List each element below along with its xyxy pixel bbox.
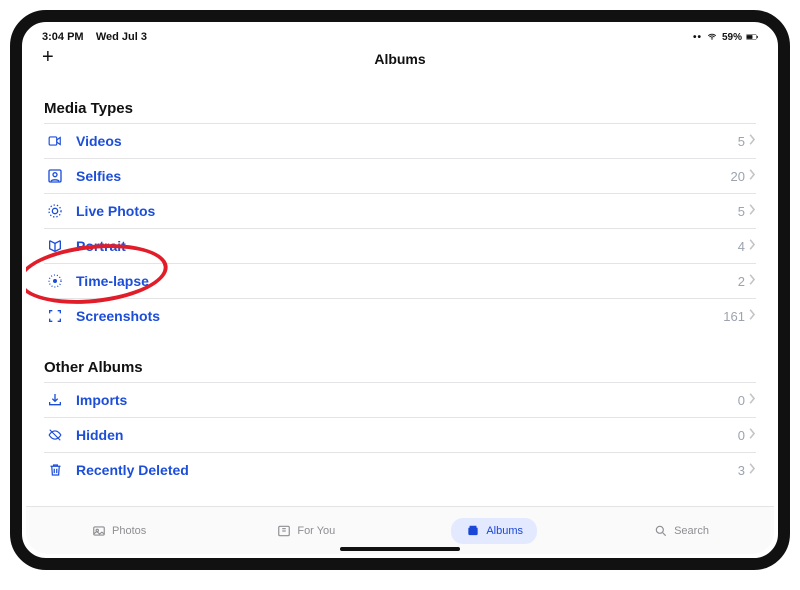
- row-imports[interactable]: Imports 0: [44, 382, 756, 417]
- row-selfies[interactable]: Selfies 20: [44, 158, 756, 193]
- tab-label: For You: [297, 525, 335, 537]
- row-label: Selfies: [76, 168, 121, 184]
- trash-icon: [44, 461, 66, 479]
- status-right: •• 59%: [693, 32, 758, 43]
- chevron-right-icon: [749, 237, 756, 255]
- row-count: 0: [738, 393, 745, 408]
- screenshots-icon: [44, 307, 66, 325]
- row-label: Imports: [76, 392, 127, 408]
- tab-label: Albums: [486, 525, 523, 537]
- battery-icon: [746, 32, 758, 42]
- time-lapse-icon: [44, 272, 66, 290]
- wifi-icon: [706, 32, 718, 42]
- row-videos[interactable]: Videos 5: [44, 123, 756, 158]
- albums-tab-icon: [465, 524, 481, 538]
- tab-photos[interactable]: Photos: [77, 518, 160, 544]
- row-count: 5: [738, 204, 745, 219]
- chevron-right-icon: [749, 307, 756, 325]
- tab-bar: Photos For You Albums Search: [26, 506, 774, 554]
- row-label: Recently Deleted: [76, 462, 189, 478]
- imports-icon: [44, 391, 66, 409]
- screen: 3:04 PM Wed Jul 3 •• 59% + Albums Media …: [26, 26, 774, 554]
- selfie-icon: [44, 167, 66, 185]
- section-header-other-albums: Other Albums: [44, 333, 756, 382]
- tab-label: Photos: [112, 525, 146, 537]
- add-button[interactable]: +: [42, 48, 54, 66]
- row-portrait[interactable]: Portrait 4: [44, 228, 756, 263]
- row-count: 4: [738, 239, 745, 254]
- row-count: 2: [738, 274, 745, 289]
- row-time-lapse[interactable]: Time-lapse 2: [44, 263, 756, 298]
- chevron-right-icon: [749, 391, 756, 409]
- nav-header: + Albums: [26, 44, 774, 74]
- hidden-icon: [44, 426, 66, 444]
- row-recently-deleted[interactable]: Recently Deleted 3: [44, 452, 756, 487]
- video-icon: [44, 132, 66, 150]
- row-count: 5: [738, 134, 745, 149]
- signal-dots-icon: ••: [693, 32, 702, 43]
- row-label: Portrait: [76, 238, 126, 254]
- row-label: Hidden: [76, 427, 123, 443]
- chevron-right-icon: [749, 167, 756, 185]
- row-count: 161: [723, 309, 745, 324]
- ipad-frame: 3:04 PM Wed Jul 3 •• 59% + Albums Media …: [10, 10, 790, 570]
- status-bar: 3:04 PM Wed Jul 3 •• 59%: [26, 26, 774, 44]
- row-count: 3: [738, 463, 745, 478]
- tab-label: Search: [674, 525, 709, 537]
- chevron-right-icon: [749, 272, 756, 290]
- row-label: Videos: [76, 133, 122, 149]
- home-indicator[interactable]: [340, 547, 460, 551]
- live-photos-icon: [44, 202, 66, 220]
- tab-search[interactable]: Search: [639, 518, 723, 544]
- portrait-icon: [44, 237, 66, 255]
- search-tab-icon: [653, 524, 669, 538]
- chevron-right-icon: [749, 426, 756, 444]
- row-label: Time-lapse: [76, 273, 149, 289]
- tab-albums[interactable]: Albums: [451, 518, 537, 544]
- nav-title: Albums: [374, 51, 425, 67]
- row-hidden[interactable]: Hidden 0: [44, 417, 756, 452]
- battery-percent: 59%: [722, 32, 742, 43]
- row-label: Live Photos: [76, 203, 155, 219]
- for-you-tab-icon: [276, 524, 292, 538]
- status-date: Wed Jul 3: [96, 31, 147, 43]
- row-live-photos[interactable]: Live Photos 5: [44, 193, 756, 228]
- row-count: 0: [738, 428, 745, 443]
- chevron-right-icon: [749, 132, 756, 150]
- chevron-right-icon: [749, 461, 756, 479]
- content-scroll[interactable]: Media Types Videos 5 Selfies 20: [26, 74, 774, 506]
- row-count: 20: [731, 169, 745, 184]
- row-label: Screenshots: [76, 308, 160, 324]
- section-header-media-types: Media Types: [44, 74, 756, 123]
- status-left: 3:04 PM Wed Jul 3: [42, 31, 147, 43]
- row-screenshots[interactable]: Screenshots 161: [44, 298, 756, 333]
- chevron-right-icon: [749, 202, 756, 220]
- tab-for-you[interactable]: For You: [262, 518, 349, 544]
- status-time: 3:04 PM: [42, 31, 84, 43]
- photos-tab-icon: [91, 524, 107, 538]
